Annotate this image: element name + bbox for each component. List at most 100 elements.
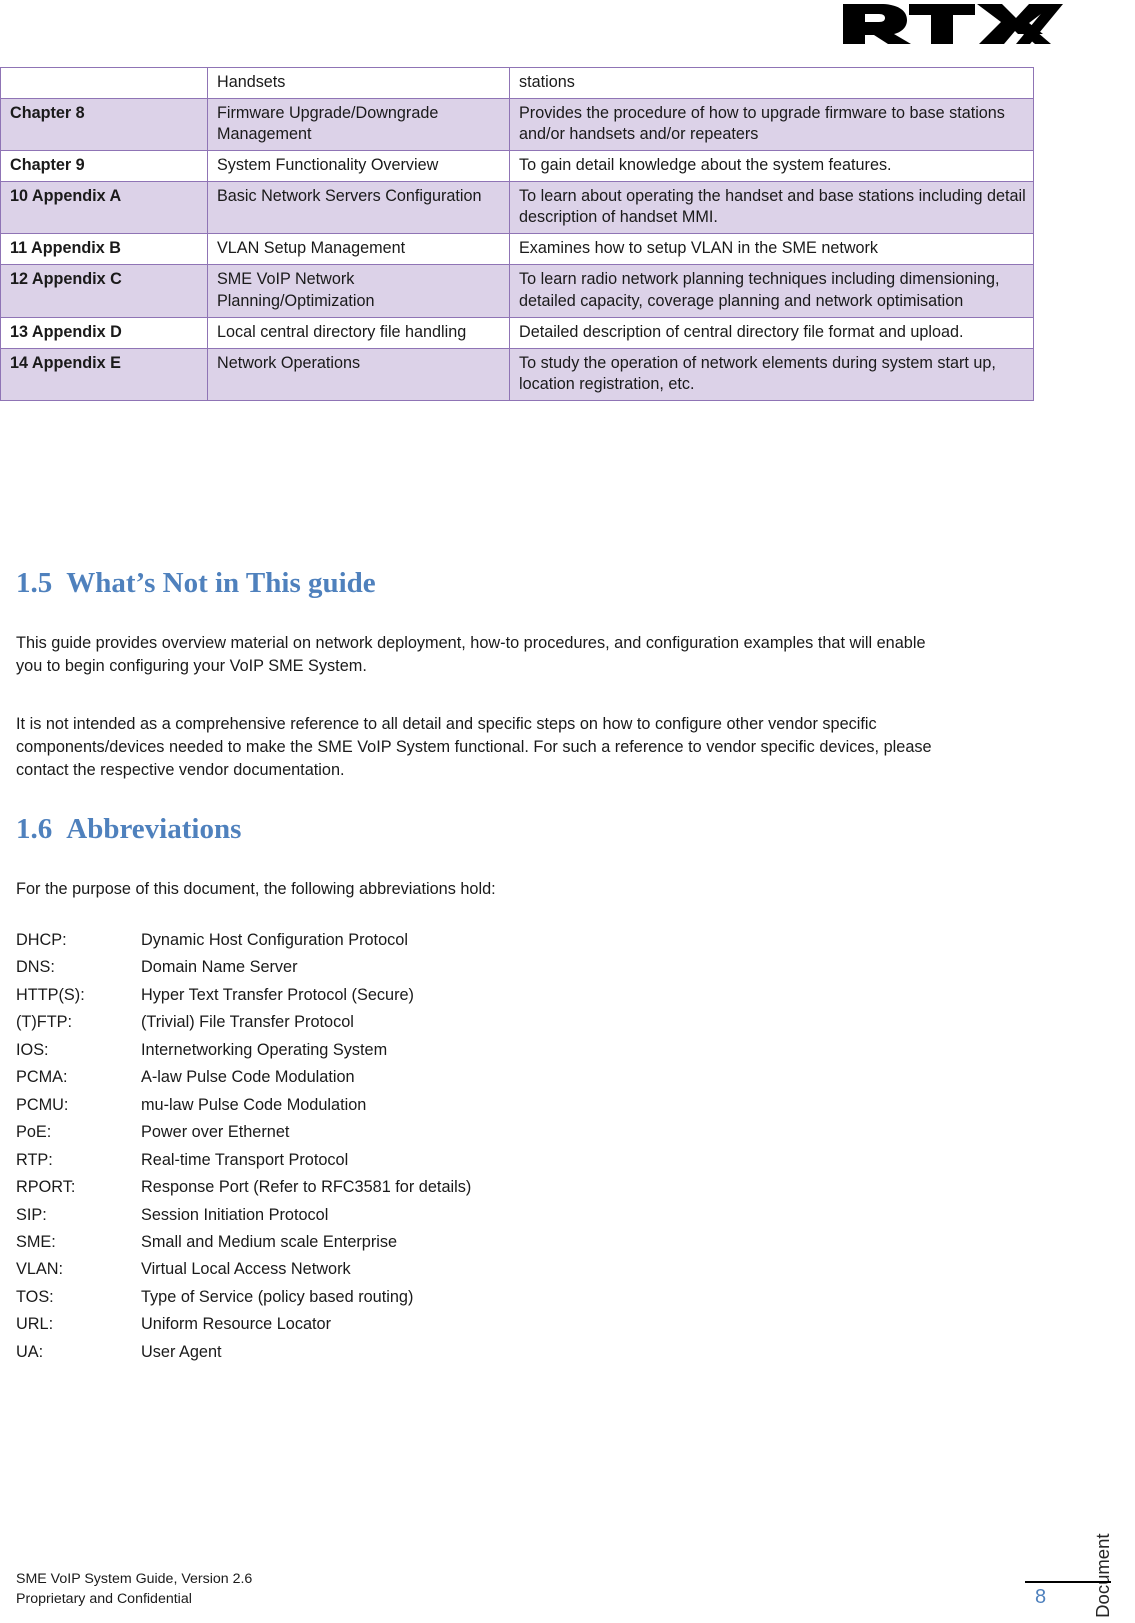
list-item: (T)FTP: (Trivial) File Transfer Protocol — [16, 1009, 716, 1036]
list-item: DNS: Domain Name Server — [16, 954, 716, 981]
cell-chapter — [0, 66, 208, 100]
table-row: Handsets stations — [0, 66, 1034, 100]
paragraph-1-6-intro: For the purpose of this document, the fo… — [16, 880, 496, 898]
abbrev-definition: Session Initiation Protocol — [141, 1205, 329, 1224]
list-item: RPORT: Response Port (Refer to RFC3581 f… — [16, 1174, 716, 1201]
cell-chapter: Chapter 9 — [0, 150, 208, 183]
table-row: 11 Appendix B VLAN Setup Management Exam… — [0, 233, 1034, 266]
table-row: Chapter 8 Firmware Upgrade/Downgrade Man… — [0, 98, 1034, 152]
abbrev-definition: mu-law Pulse Code Modulation — [141, 1095, 367, 1114]
cell-topic: Local central directory file handling — [207, 316, 510, 349]
abbrev-term: URL: — [16, 1315, 54, 1334]
page-header — [0, 0, 1135, 56]
abbrev-definition: Type of Service (policy based routing) — [141, 1287, 414, 1306]
table-body: Handsets stations Chapter 8 Firmware Upg… — [0, 66, 1034, 401]
table-row: Chapter 9 System Functionality Overview … — [0, 150, 1034, 183]
cell-description: To study the operation of network elemen… — [509, 347, 1034, 401]
cell-description: Examines how to setup VLAN in the SME ne… — [509, 233, 1034, 266]
abbrev-term: DHCP: — [16, 931, 67, 949]
footer-line-1: SME VoIP System Guide, Version 2.6 — [16, 1570, 253, 1587]
abbrev-term: PCMU: — [16, 1095, 69, 1114]
list-item: VLAN: Virtual Local Access Network — [16, 1256, 716, 1283]
heading-number: 1.5 — [16, 567, 53, 599]
list-item: DHCP: Dynamic Host Configuration Protoco… — [16, 927, 716, 954]
abbrev-definition: Virtual Local Access Network — [141, 1260, 351, 1279]
cell-chapter: 13 Appendix D — [0, 316, 208, 349]
abbrev-term: DNS: — [16, 958, 55, 977]
cell-chapter: 12 Appendix C — [0, 264, 208, 318]
cell-chapter: Chapter 8 — [0, 98, 208, 152]
cell-chapter: 11 Appendix B — [0, 233, 208, 266]
list-item: UA: User Agent — [16, 1339, 716, 1366]
page-number: 8 — [1035, 1586, 1047, 1608]
abbrev-term: PCMA: — [16, 1068, 68, 1087]
cell-description: To learn about operating the handset and… — [509, 181, 1034, 235]
rtx-logo — [837, 0, 1127, 48]
abbrev-term: HTTP(S): — [16, 985, 85, 1004]
cell-description: stations — [509, 66, 1034, 100]
cell-description: Provides the procedure of how to upgrade… — [509, 98, 1034, 152]
list-item: SIP: Session Initiation Protocol — [16, 1202, 716, 1229]
list-item: RTP: Real-time Transport Protocol — [16, 1147, 716, 1174]
abbrev-definition: Hyper Text Transfer Protocol (Secure) — [141, 985, 414, 1004]
heading-text: What’s Not in This guide — [66, 567, 376, 599]
abbrev-term: PoE: — [16, 1123, 52, 1142]
abbrev-term: (T)FTP: — [16, 1013, 73, 1032]
heading-number: 1.6 — [16, 813, 53, 845]
abbrev-definition: Domain Name Server — [141, 958, 298, 977]
cell-topic: Firmware Upgrade/Downgrade Management — [207, 98, 510, 152]
list-item: PCMU: mu-law Pulse Code Modulation — [16, 1092, 716, 1119]
list-item: PoE: Power over Ethernet — [16, 1119, 716, 1146]
footer-line-2: Proprietary and Confidential — [16, 1590, 192, 1607]
chapter-overview-table: Handsets stations Chapter 8 Firmware Upg… — [0, 66, 1034, 401]
list-item: TOS: Type of Service (policy based routi… — [16, 1284, 716, 1311]
cell-description: To gain detail knowledge about the syste… — [509, 150, 1034, 183]
abbrev-term: IOS: — [16, 1040, 49, 1059]
cell-description: To learn radio network planning techniqu… — [509, 264, 1034, 318]
list-item: IOS: Internetworking Operating System — [16, 1037, 716, 1064]
abbrev-term: TOS: — [16, 1287, 54, 1306]
list-item: PCMA: A-law Pulse Code Modulation — [16, 1064, 716, 1091]
list-item: SME: Small and Medium scale Enterprise — [16, 1229, 716, 1256]
cell-chapter: 14 Appendix E — [0, 347, 208, 401]
document-page: Handsets stations Chapter 8 Firmware Upg… — [0, 0, 1135, 1623]
heading-section-1-5: 1.5 What’s Not in This guide — [16, 567, 376, 600]
abbrev-definition: User Agent — [141, 1342, 222, 1361]
abbrev-definition: A-law Pulse Code Modulation — [141, 1068, 355, 1087]
cell-topic: Network Operations — [207, 347, 510, 401]
page-number-block: 8 — [1025, 1581, 1111, 1609]
list-item: HTTP(S): Hyper Text Transfer Protocol (S… — [16, 982, 716, 1009]
table-row: 10 Appendix A Basic Network Servers Conf… — [0, 181, 1034, 235]
abbrev-term: SME: — [16, 1232, 56, 1251]
abbrev-definition: Uniform Resource Locator — [141, 1315, 332, 1334]
sidebar-chapter-label: Chapter: About This Document — [1093, 1533, 1114, 1623]
heading-text: Abbreviations — [66, 813, 242, 845]
abbrev-definition: Power over Ethernet — [141, 1123, 290, 1142]
abbrev-term: SIP: — [16, 1205, 47, 1224]
abbrev-definition: Small and Medium scale Enterprise — [141, 1232, 398, 1251]
list-item: URL: Uniform Resource Locator — [16, 1311, 716, 1338]
cell-topic: Basic Network Servers Configuration — [207, 181, 510, 235]
abbrev-term: VLAN: — [16, 1260, 64, 1279]
abbreviation-list: DHCP: Dynamic Host Configuration Protoco… — [16, 927, 716, 1366]
table-row: 14 Appendix E Network Operations To stud… — [0, 347, 1034, 401]
abbrev-definition: Dynamic Host Configuration Protocol — [141, 931, 408, 949]
abbrev-term: RTP: — [16, 1150, 53, 1169]
table-row: 13 Appendix D Local central directory fi… — [0, 316, 1034, 349]
cell-chapter: 10 Appendix A — [0, 181, 208, 235]
abbrev-term: RPORT: — [16, 1178, 76, 1197]
paragraph-1-5-a: This guide provides overview material on… — [16, 634, 926, 676]
page-number-rule — [1025, 1581, 1111, 1583]
cell-topic: Handsets — [207, 66, 510, 100]
cell-topic: VLAN Setup Management — [207, 233, 510, 266]
cell-topic: SME VoIP Network Planning/Optimization — [207, 264, 510, 318]
abbrev-term: UA: — [16, 1342, 44, 1361]
abbrev-definition: Response Port (Refer to RFC3581 for deta… — [141, 1178, 472, 1197]
cell-topic: System Functionality Overview — [207, 150, 510, 183]
paragraph-1-5-b: It is not intended as a comprehensive re… — [16, 715, 932, 780]
page-footer: SME VoIP System Guide, Version 2.6 Propr… — [16, 1569, 252, 1609]
abbrev-definition: Internetworking Operating System — [141, 1040, 388, 1059]
cell-description: Detailed description of central director… — [509, 316, 1034, 349]
table-row: 12 Appendix C SME VoIP Network Planning/… — [0, 264, 1034, 318]
heading-section-1-6: 1.6 Abbreviations — [16, 813, 241, 846]
